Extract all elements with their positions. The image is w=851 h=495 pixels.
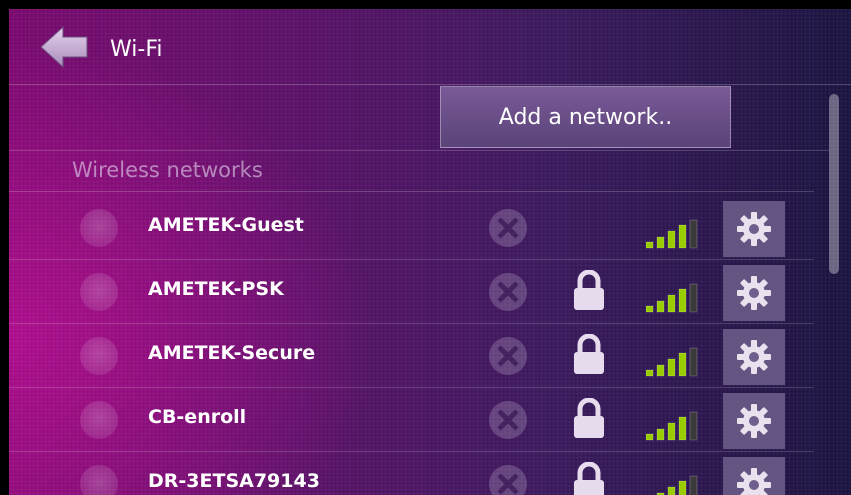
scrollbar[interactable] (829, 94, 839, 274)
lock-icon (572, 397, 606, 440)
network-settings-button[interactable] (723, 393, 785, 449)
lock-icon (572, 269, 606, 312)
forget-network-icon[interactable] (487, 271, 529, 313)
add-network-button[interactable]: Add a network.. (440, 86, 731, 148)
signal-strength-icon (645, 282, 708, 316)
network-row[interactable]: AMETEK-PSK (9, 260, 814, 324)
network-settings-button[interactable] (723, 457, 785, 495)
network-radio[interactable] (80, 337, 118, 375)
network-radio[interactable] (80, 401, 118, 439)
network-ssid: AMETEK-PSK (148, 278, 284, 300)
network-row[interactable]: AMETEK-Secure (9, 324, 814, 388)
forget-network-icon[interactable] (487, 399, 529, 441)
header: Wi-Fi (9, 9, 851, 84)
header-divider (9, 84, 851, 85)
network-ssid: CB-enroll (148, 406, 247, 428)
section-divider (9, 191, 814, 192)
network-radio[interactable] (80, 465, 118, 495)
section-label: Wireless networks (72, 158, 263, 182)
network-settings-button[interactable] (723, 201, 785, 257)
gear-icon (737, 468, 771, 495)
signal-strength-icon (645, 346, 708, 380)
gear-icon (737, 404, 771, 438)
network-row[interactable]: CB-enroll (9, 388, 814, 452)
lock-icon (572, 333, 606, 376)
network-ssid: AMETEK-Secure (148, 342, 316, 364)
lock-icon (572, 461, 606, 495)
page-title: Wi-Fi (110, 37, 163, 62)
network-radio[interactable] (80, 209, 118, 247)
signal-strength-icon (646, 474, 708, 495)
signal-strength-icon (645, 218, 708, 252)
network-radio[interactable] (80, 273, 118, 311)
forget-network-icon[interactable] (487, 335, 529, 377)
forget-network-icon[interactable] (487, 207, 529, 249)
forget-network-icon[interactable] (487, 463, 529, 495)
gear-icon (737, 276, 771, 310)
network-ssid: DR-3ETSA79143 (148, 470, 320, 492)
back-button[interactable] (39, 25, 89, 69)
network-ssid: AMETEK-Guest (148, 214, 304, 236)
gear-icon (737, 340, 771, 374)
network-settings-button[interactable] (723, 329, 785, 385)
section-divider-top (9, 150, 829, 151)
signal-strength-icon (645, 410, 708, 444)
network-row[interactable]: AMETEK-Guest (9, 196, 814, 260)
network-settings-button[interactable] (723, 265, 785, 321)
network-row[interactable]: DR-3ETSA79143 (9, 452, 814, 495)
arrow-left-icon (40, 25, 88, 69)
network-list: AMETEK-Guest AMETEK-PSK AMETEK-Secure CB-en… (9, 196, 814, 495)
wifi-screen: Wi-Fi Add a network.. Wireless networks … (9, 9, 851, 495)
gear-icon (737, 212, 771, 246)
